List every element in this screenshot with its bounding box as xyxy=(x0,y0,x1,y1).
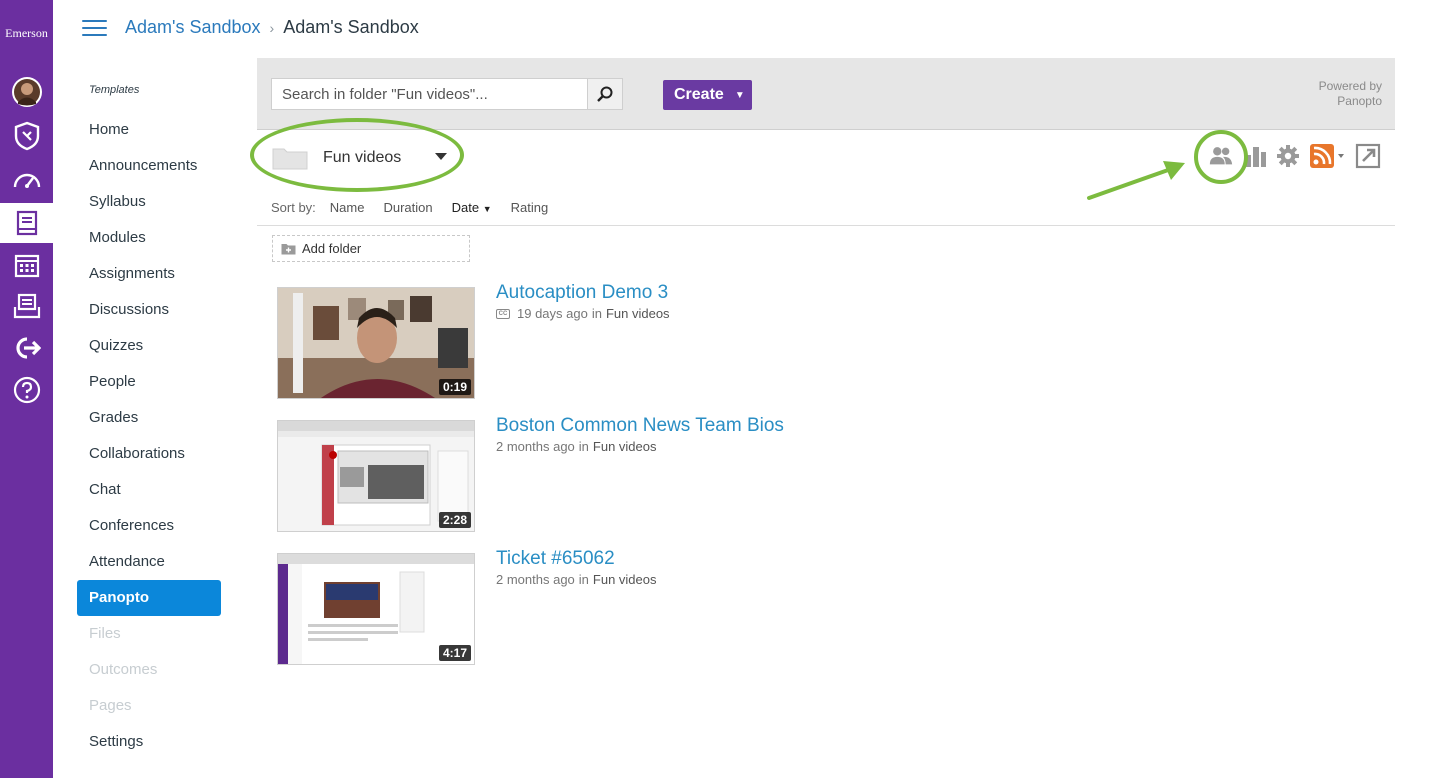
course-nav-files: Files xyxy=(89,625,121,642)
course-nav-chat[interactable]: Chat xyxy=(77,472,221,508)
help-icon[interactable] xyxy=(0,370,53,410)
course-nav-modules[interactable]: Modules xyxy=(77,220,221,256)
annotation-circle xyxy=(1194,130,1248,184)
course-nav-quizzes[interactable]: Quizzes xyxy=(77,328,221,364)
search-icon xyxy=(597,86,613,102)
course-nav-collaborations[interactable]: Collaborations xyxy=(77,436,221,472)
session-folder-link[interactable]: Fun videos xyxy=(593,439,657,454)
course-nav-syllabus[interactable]: Syllabus xyxy=(77,184,221,220)
session-thumbnail[interactable]: 0:19 xyxy=(277,287,475,399)
create-button-label: Create xyxy=(674,86,724,103)
sort-by-rating[interactable]: Rating xyxy=(511,200,549,215)
inbox-icon[interactable] xyxy=(0,286,53,326)
session-meta: 2 months ago in Fun videos xyxy=(496,572,657,587)
open-external-icon[interactable] xyxy=(1355,143,1381,169)
account-avatar[interactable] xyxy=(0,72,53,112)
sort-caret-down-icon: ▼ xyxy=(482,204,492,214)
dashboard-gauge-icon[interactable] xyxy=(0,160,53,200)
session-in-label: in xyxy=(578,572,589,587)
sort-by-date[interactable]: Date ▼ xyxy=(452,200,492,215)
course-nav-outcomes: Outcomes xyxy=(89,661,158,678)
create-button[interactable]: Create ▼ xyxy=(663,80,752,110)
session-folder-link[interactable]: Fun videos xyxy=(606,306,670,321)
course-nav-section-title: Templates xyxy=(89,84,140,96)
annotation-ellipse xyxy=(250,118,464,192)
search-input[interactable] xyxy=(272,79,588,109)
hamburger-menu-icon[interactable] xyxy=(82,18,108,38)
video-duration: 4:17 xyxy=(438,645,471,661)
session-item: 0:19 Autocaption Demo 3 CC 19 days ago i… xyxy=(277,282,1377,399)
course-nav-grades[interactable]: Grades xyxy=(77,400,221,436)
courses-book-icon[interactable] xyxy=(0,203,53,243)
breadcrumb-course-link[interactable]: Adam's Sandbox xyxy=(125,17,261,38)
breadcrumb-current: Adam's Sandbox xyxy=(283,17,419,37)
session-in-label: in xyxy=(578,439,589,454)
divider xyxy=(257,225,1395,226)
video-duration: 0:19 xyxy=(438,379,471,395)
sort-by-duration[interactable]: Duration xyxy=(383,200,432,215)
arrow-right-circle-icon xyxy=(15,337,41,359)
session-in-label: in xyxy=(591,306,602,321)
sort-label: Sort by: xyxy=(271,200,316,215)
course-nav-panopto[interactable]: Panopto xyxy=(77,580,221,616)
session-age: 2 months ago xyxy=(496,572,575,587)
admin-shield-icon[interactable] xyxy=(0,116,53,156)
course-nav-attendance[interactable]: Attendance xyxy=(77,544,221,580)
session-folder-link[interactable]: Fun videos xyxy=(593,572,657,587)
panopto-toolbar: Create ▼ Powered by Panopto xyxy=(257,58,1395,130)
course-nav-settings[interactable]: Settings xyxy=(77,724,221,760)
breadcrumb: Adam's Sandbox › Adam's Sandbox xyxy=(125,17,419,38)
add-folder-icon xyxy=(281,243,296,254)
rss-feed-icon[interactable] xyxy=(1309,143,1349,169)
add-folder-button[interactable]: Add folder xyxy=(272,235,470,262)
global-nav: Emerson xyxy=(0,0,53,778)
closed-caption-icon: CC xyxy=(496,308,510,319)
course-nav-conferences[interactable]: Conferences xyxy=(77,508,221,544)
powered-by-brand: Panopto xyxy=(1337,94,1382,108)
session-item: 4:17 Ticket #65062 2 months ago in Fun v… xyxy=(277,548,1377,665)
commons-icon[interactable] xyxy=(0,328,53,368)
avatar xyxy=(11,77,42,107)
brand-logo[interactable]: Emerson xyxy=(0,26,53,41)
session-age: 2 months ago xyxy=(496,439,575,454)
session-title-link[interactable]: Autocaption Demo 3 xyxy=(496,282,668,304)
session-meta: CC 19 days ago in Fun videos xyxy=(496,306,670,321)
session-thumbnail[interactable]: 2:28 xyxy=(277,420,475,532)
powered-by-panopto: Powered by Panopto xyxy=(1319,79,1382,109)
powered-by-label: Powered by xyxy=(1318,79,1382,93)
course-nav-announcements[interactable]: Announcements xyxy=(77,148,221,184)
gauge-icon xyxy=(13,173,40,188)
session-item: 2:28 Boston Common News Team Bios 2 mont… xyxy=(277,415,1377,532)
search-button[interactable] xyxy=(587,78,623,110)
sort-by-name[interactable]: Name xyxy=(330,200,365,215)
annotation-arrow-icon xyxy=(1087,161,1185,200)
sort-bar: Sort by: Name Duration Date ▼ Rating xyxy=(271,200,567,215)
course-nav-pages: Pages xyxy=(89,697,132,714)
session-thumbnail[interactable]: 4:17 xyxy=(277,553,475,665)
calendar-icon[interactable] xyxy=(0,245,53,285)
caret-down-icon: ▼ xyxy=(734,89,745,101)
question-circle-icon xyxy=(13,376,40,404)
sort-by-date-label: Date xyxy=(451,200,480,215)
course-nav-people[interactable]: People xyxy=(77,364,221,400)
course-nav-home[interactable]: Home xyxy=(77,112,221,148)
video-duration: 2:28 xyxy=(438,512,471,528)
session-meta: 2 months ago in Fun videos xyxy=(496,439,657,454)
course-nav-discussions[interactable]: Discussions xyxy=(77,292,221,328)
add-folder-label: Add folder xyxy=(302,241,362,256)
search-box xyxy=(271,78,589,110)
breadcrumb-separator: › xyxy=(269,19,275,36)
session-title-link[interactable]: Ticket #65062 xyxy=(496,548,615,570)
calendar-grid-icon xyxy=(14,254,39,278)
course-nav-assignments[interactable]: Assignments xyxy=(77,256,221,292)
inbox-tray-icon xyxy=(13,293,40,319)
settings-gear-icon[interactable] xyxy=(1275,143,1301,169)
shield-icon xyxy=(14,121,39,151)
session-title-link[interactable]: Boston Common News Team Bios xyxy=(496,415,784,437)
book-icon xyxy=(16,210,37,236)
session-age: 19 days ago xyxy=(517,306,588,321)
